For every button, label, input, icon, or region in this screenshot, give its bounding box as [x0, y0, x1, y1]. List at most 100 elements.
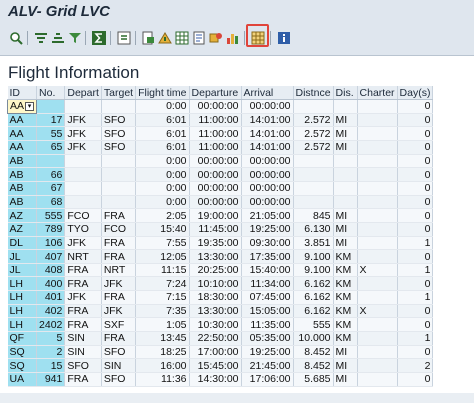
table-cell[interactable]	[293, 99, 334, 114]
column-header[interactable]: ID	[7, 86, 38, 101]
table-row[interactable]: JL 407 NRT FRA 12:05 13:30:00 17:35:00 9.100 KM 0	[7, 249, 434, 264]
table-cell[interactable]: 7:35	[135, 304, 190, 319]
table-cell[interactable]: JFK	[64, 126, 102, 142]
table-cell[interactable]: MI	[333, 222, 358, 237]
table-cell[interactable]: 00:00:00	[241, 195, 294, 210]
table-cell[interactable]: 11:00:00	[189, 113, 242, 128]
table-cell[interactable]: 6.162	[293, 276, 334, 292]
table-cell[interactable]: 106	[36, 236, 66, 251]
table-cell[interactable]: 5	[36, 331, 66, 346]
table-cell[interactable]: JFK	[64, 236, 102, 251]
table-row[interactable]: QF 5 SIN FRA 13:45 22:50:00 05:35:00 10.000 KM 1	[7, 331, 434, 346]
table-cell[interactable]: 11:36	[135, 372, 190, 387]
table-cell[interactable]: 8.452	[293, 345, 334, 360]
table-cell[interactable]	[357, 331, 398, 346]
table-cell[interactable]	[101, 195, 137, 210]
table-cell[interactable]: AB	[7, 154, 38, 169]
column-header[interactable]: Flight time	[135, 86, 190, 101]
table-cell[interactable]: FCO	[101, 222, 137, 237]
table-cell[interactable]: 10:10:00	[189, 276, 242, 292]
table-cell[interactable]: 0	[397, 317, 434, 333]
column-header[interactable]: Arrival	[241, 86, 294, 101]
table-cell[interactable]: 2	[36, 345, 66, 360]
table-cell[interactable]: SFO	[101, 113, 137, 128]
table-cell[interactable]: 13:30:00	[189, 304, 242, 319]
table-cell[interactable]	[36, 154, 66, 169]
table-cell[interactable]: 00:00:00	[241, 99, 294, 114]
table-cell[interactable]: 0	[397, 140, 434, 155]
table-cell[interactable]: 13:45	[135, 331, 190, 346]
table-cell[interactable]: 19:35:00	[189, 236, 242, 251]
table-cell[interactable]: 408	[36, 263, 66, 278]
table-cell[interactable]: FRA	[101, 236, 137, 251]
table-cell[interactable]: 0	[397, 208, 434, 223]
table-cell[interactable]: AA	[7, 113, 38, 128]
table-cell[interactable]: SQ	[7, 345, 38, 360]
table-cell[interactable]: 402	[36, 304, 66, 319]
table-cell[interactable]: SFO	[101, 345, 137, 360]
table-cell[interactable]: LH	[7, 290, 38, 305]
table-cell[interactable]: DL	[7, 236, 38, 251]
table-cell[interactable]: 10:30:00	[189, 317, 242, 333]
table-cell[interactable]: 0	[397, 372, 434, 387]
table-cell[interactable]: 0:00	[135, 181, 190, 196]
table-row[interactable]: AB 0:00 00:00:00 00:00:00 0	[7, 154, 434, 169]
subtotal-icon[interactable]	[116, 30, 131, 45]
table-cell[interactable]: FRA	[64, 317, 102, 333]
table-cell[interactable]: KM	[333, 317, 358, 333]
table-cell[interactable]: FRA	[64, 276, 102, 292]
table-row[interactable]: LH 402 FRA JFK 7:35 13:30:00 15:05:00 6.162 KM X 0	[7, 304, 434, 319]
table-cell[interactable]: 17:06:00	[241, 372, 294, 387]
table-cell[interactable]: 65	[36, 140, 66, 155]
table-cell[interactable]: 0:00	[135, 167, 190, 182]
table-cell[interactable]: 55	[36, 126, 66, 142]
table-cell[interactable]: 0:00	[135, 99, 190, 114]
table-cell[interactable]: 05:35:00	[241, 331, 294, 346]
table-cell[interactable]: SFO	[64, 358, 102, 373]
table-cell[interactable]: 789	[36, 222, 66, 237]
table-cell[interactable]: 00:00:00	[241, 154, 294, 169]
table-cell[interactable]: JFK	[64, 113, 102, 128]
table-cell[interactable]: 0	[397, 345, 434, 360]
table-cell[interactable]: FRA	[101, 249, 137, 264]
table-cell[interactable]: 17	[36, 113, 66, 128]
table-row[interactable]: AA 17 JFK SFO 6:01 11:00:00 14:01:00 2.572 MI 0	[7, 113, 434, 128]
table-cell[interactable]: 16:00	[135, 358, 190, 373]
table-cell[interactable]	[333, 154, 358, 169]
table-cell[interactable]: FCO	[64, 208, 102, 223]
table-cell[interactable]: JFK	[101, 276, 137, 292]
table-cell[interactable]: 66	[36, 167, 66, 182]
table-cell[interactable]	[293, 154, 334, 169]
table-cell[interactable]: 400	[36, 276, 66, 292]
table-cell[interactable]: 68	[36, 195, 66, 210]
table-cell[interactable]: SFO	[101, 126, 137, 142]
table-cell[interactable]	[64, 181, 102, 196]
table-cell[interactable]: 20:25:00	[189, 263, 242, 278]
table-row[interactable]: SQ 2 SIN SFO 18:25 17:00:00 19:25:00 8.452 MI 0	[7, 345, 434, 360]
table-cell[interactable]: 22:50:00	[189, 331, 242, 346]
table-cell[interactable]: 1	[397, 290, 434, 305]
table-cell[interactable]: JL	[7, 249, 38, 264]
table-cell[interactable]: X	[357, 263, 398, 278]
table-cell[interactable]	[357, 317, 398, 333]
table-cell[interactable]	[64, 167, 102, 182]
table-cell[interactable]	[357, 208, 398, 223]
table-cell[interactable]	[357, 154, 398, 169]
table-cell[interactable]	[64, 195, 102, 210]
table-cell[interactable]: MI	[333, 113, 358, 128]
table-cell[interactable]: X	[357, 304, 398, 319]
table-cell[interactable]: FRA	[64, 372, 102, 387]
table-cell[interactable]: AZ	[7, 208, 38, 223]
table-cell[interactable]: 2.572	[293, 140, 334, 155]
table-cell[interactable]	[357, 372, 398, 387]
table-cell[interactable]: 11:00:00	[189, 140, 242, 155]
table-cell[interactable]: SXF	[101, 317, 137, 333]
table-cell[interactable]: 18:30:00	[189, 290, 242, 305]
table-cell[interactable]: 13:30:00	[189, 249, 242, 264]
table-cell[interactable]: JFK	[101, 304, 137, 319]
print-preview-icon[interactable]	[140, 30, 155, 45]
table-cell[interactable]: LH	[7, 317, 38, 333]
table-row[interactable]: LH 400 FRA JFK 7:24 10:10:00 11:34:00 6.162 KM 0	[7, 276, 434, 292]
table-cell[interactable]: 401	[36, 290, 66, 305]
sort-ascending-icon[interactable]	[33, 30, 48, 45]
